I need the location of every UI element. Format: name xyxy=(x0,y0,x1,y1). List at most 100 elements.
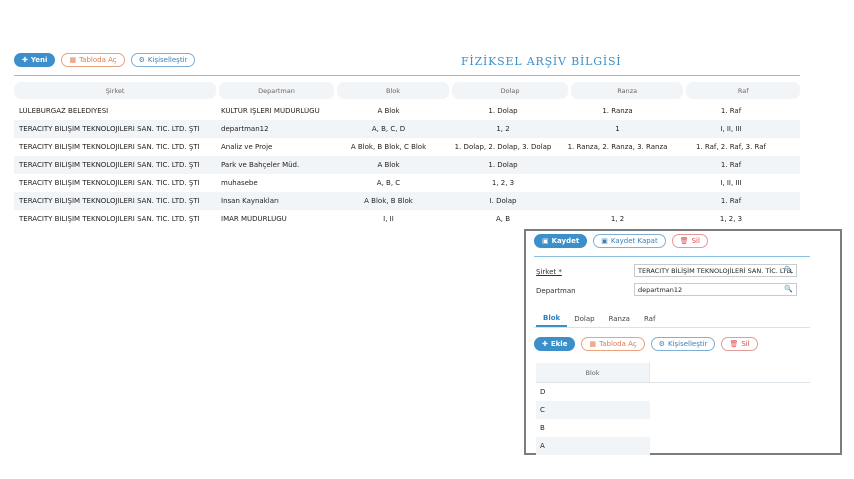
table-row[interactable]: TERACITY BİLİŞİM TEKNOLOJİLERİ SAN. TİC.… xyxy=(14,174,800,192)
list-item[interactable]: A xyxy=(536,437,650,455)
cell-company: TERACITY BİLİŞİM TEKNOLOJİLERİ SAN. TİC.… xyxy=(19,161,200,169)
cell-cabinet: 1. Dolap, 2. Dolap, 3. Dolap xyxy=(454,143,552,151)
customize-label: Kişiselleştir xyxy=(147,55,188,64)
cell-cabinet: I. Dolap xyxy=(489,197,517,205)
gear-icon: ⚙ xyxy=(138,55,145,64)
table-row[interactable]: TERACITY BİLİŞİM TEKNOLOJİLERİ SAN. TİC.… xyxy=(14,210,800,228)
panel-toolbar: ▣ Kaydet ▣ Kaydet Kapat 🗑 Sil xyxy=(534,234,708,248)
column-header-company[interactable]: Şirket xyxy=(14,82,217,99)
cell-department: İMAR MÜDÜRLÜĞÜ xyxy=(221,215,287,223)
cell-block: I, II xyxy=(383,215,394,223)
cell-bunk: 1, 2 xyxy=(610,215,625,223)
list-item[interactable]: C xyxy=(536,401,650,419)
gear-icon: ⚙ xyxy=(658,339,665,348)
column-header-block[interactable]: Blok xyxy=(336,82,450,99)
grid-header: Şirket Departman Blok Dolap Ranza Raf xyxy=(14,82,800,99)
sub-delete-label: Sil xyxy=(741,339,750,348)
new-button-label: Yeni xyxy=(30,55,48,64)
sub-open-in-table-button[interactable]: ▦ Tabloda Aç xyxy=(581,337,645,351)
company-input[interactable]: TERACITY BİLİŞİM TEKNOLOJİLERİ SAN. TİC.… xyxy=(634,264,797,277)
department-label: Departman xyxy=(536,287,576,295)
trash-icon: 🗑 xyxy=(679,236,689,245)
cell-block: A, B, C xyxy=(376,179,401,187)
tab-bunk[interactable]: Ranza xyxy=(602,311,637,327)
save-button[interactable]: ▣ Kaydet xyxy=(534,234,588,248)
column-header-block[interactable]: Blok xyxy=(536,363,650,382)
sub-open-in-table-label: Tabloda Aç xyxy=(599,339,637,348)
panel-divider xyxy=(534,256,810,257)
search-icon[interactable]: 🔍 xyxy=(784,285,793,293)
cell-department: muhasebe xyxy=(221,179,258,187)
table-icon: ▦ xyxy=(69,55,77,64)
list-item[interactable]: D xyxy=(536,383,650,401)
cell-block: A Blok xyxy=(377,161,400,169)
table-row[interactable]: TERACITY BİLİŞİM TEKNOLOJİLERİ SAN. TİC.… xyxy=(14,120,800,138)
cell-company: LÜLEBURGAZ BELEDİYESİ xyxy=(19,107,109,115)
cell-department: Analiz ve Proje xyxy=(221,143,273,151)
detail-tabs: Blok Dolap Ranza Raf xyxy=(536,311,662,327)
block-grid-header: Blok xyxy=(536,363,810,383)
cell-cabinet: 1, 2 xyxy=(496,125,510,133)
tab-cabinet[interactable]: Dolap xyxy=(567,311,601,327)
block-grid: Blok D C B A xyxy=(536,363,810,455)
save-close-label: Kaydet Kapat xyxy=(610,236,658,245)
delete-label: Sil xyxy=(691,236,700,245)
cell-department: departman12 xyxy=(221,125,269,133)
page-title: FİZİKSEL ARŞİV BİLGİSİ xyxy=(461,55,622,68)
sub-customize-button[interactable]: ⚙ Kişiselleştir xyxy=(650,337,716,351)
cell-bunk: 1. Ranza, 2. Ranza, 3. Ranza xyxy=(567,143,668,151)
company-label: Şirket * xyxy=(536,268,562,276)
main-toolbar: ✚ Yeni ▦ Tabloda Aç ⚙ Kişiselleştir xyxy=(14,53,196,67)
cell-department: Park ve Bahçeler Müd. xyxy=(221,161,300,169)
cell-block: A, B, C, D xyxy=(371,125,406,133)
cell-block: A Blok, B Blok, C Blok xyxy=(350,143,427,151)
table-row[interactable]: LÜLEBURGAZ BELEDİYESİ KÜLTÜR İŞLERİ MÜDÜ… xyxy=(14,102,800,120)
save-close-button[interactable]: ▣ Kaydet Kapat xyxy=(593,234,666,248)
search-icon[interactable]: 🔍 xyxy=(784,266,793,274)
cell-bunk: 1 xyxy=(615,125,620,133)
tabs-divider xyxy=(534,327,810,328)
open-in-table-button[interactable]: ▦ Tabloda Aç xyxy=(61,53,125,67)
cell-cabinet: 1, 2, 3 xyxy=(491,179,515,187)
department-input[interactable]: departman12 🔍 xyxy=(634,283,797,296)
save-label: Kaydet xyxy=(551,236,580,245)
add-button[interactable]: ✚ Ekle xyxy=(534,337,576,351)
table-row[interactable]: TERACITY BİLİŞİM TEKNOLOJİLERİ SAN. TİC.… xyxy=(14,192,800,210)
sub-delete-button[interactable]: 🗑 Sil xyxy=(721,337,758,351)
cell-shelf: 1. Raf, 2. Raf, 3. Raf xyxy=(695,143,766,151)
detail-panel: ▣ Kaydet ▣ Kaydet Kapat 🗑 Sil Şirket * T… xyxy=(524,229,842,455)
open-in-table-label: Tabloda Aç xyxy=(79,55,117,64)
column-header-department[interactable]: Departman xyxy=(219,82,334,99)
sub-toolbar: ✚ Ekle ▦ Tabloda Aç ⚙ Kişiselleştir 🗑 Si… xyxy=(534,337,758,351)
tab-shelf[interactable]: Raf xyxy=(637,311,662,327)
customize-button[interactable]: ⚙ Kişiselleştir xyxy=(130,53,196,67)
cell-company: TERACITY BİLİŞİM TEKNOLOJİLERİ SAN. TİC.… xyxy=(19,215,200,223)
column-header-cabinet[interactable]: Dolap xyxy=(452,82,568,99)
cell-cabinet: 1. Dolap xyxy=(488,161,518,169)
cell-company: TERACITY BİLİŞİM TEKNOLOJİLERİ SAN. TİC.… xyxy=(19,197,200,205)
cell-shelf: 1, 2, 3 xyxy=(719,215,743,223)
cell-company: TERACITY BİLİŞİM TEKNOLOJİLERİ SAN. TİC.… xyxy=(19,143,200,151)
department-value: departman12 xyxy=(638,285,683,294)
cell-cabinet: A, B xyxy=(495,215,511,223)
cell-cabinet: 1. Dolap xyxy=(488,107,518,115)
add-label: Ekle xyxy=(550,339,568,348)
column-header-shelf[interactable]: Raf xyxy=(686,82,800,99)
cell-shelf: 1. Raf xyxy=(720,107,742,115)
title-divider xyxy=(14,75,800,76)
column-header-bunk[interactable]: Ranza xyxy=(570,82,684,99)
cell-bunk: 1. Ranza xyxy=(602,107,633,115)
trash-icon: 🗑 xyxy=(729,339,739,348)
list-item[interactable]: B xyxy=(536,419,650,437)
plus-icon: ✚ xyxy=(22,55,28,64)
tab-block[interactable]: Blok xyxy=(536,311,568,327)
table-icon: ▦ xyxy=(589,339,597,348)
cell-shelf: I, II, III xyxy=(720,179,742,187)
table-row[interactable]: TERACITY BİLİŞİM TEKNOLOJİLERİ SAN. TİC.… xyxy=(14,138,800,156)
floppy-icon: ▣ xyxy=(542,236,549,245)
cell-block: A Blok, B Blok xyxy=(364,197,413,205)
delete-button[interactable]: 🗑 Sil xyxy=(671,234,708,248)
floppy-icon: ▣ xyxy=(601,236,608,245)
new-button[interactable]: ✚ Yeni xyxy=(14,53,56,67)
table-row[interactable]: TERACITY BİLİŞİM TEKNOLOJİLERİ SAN. TİC.… xyxy=(14,156,800,174)
